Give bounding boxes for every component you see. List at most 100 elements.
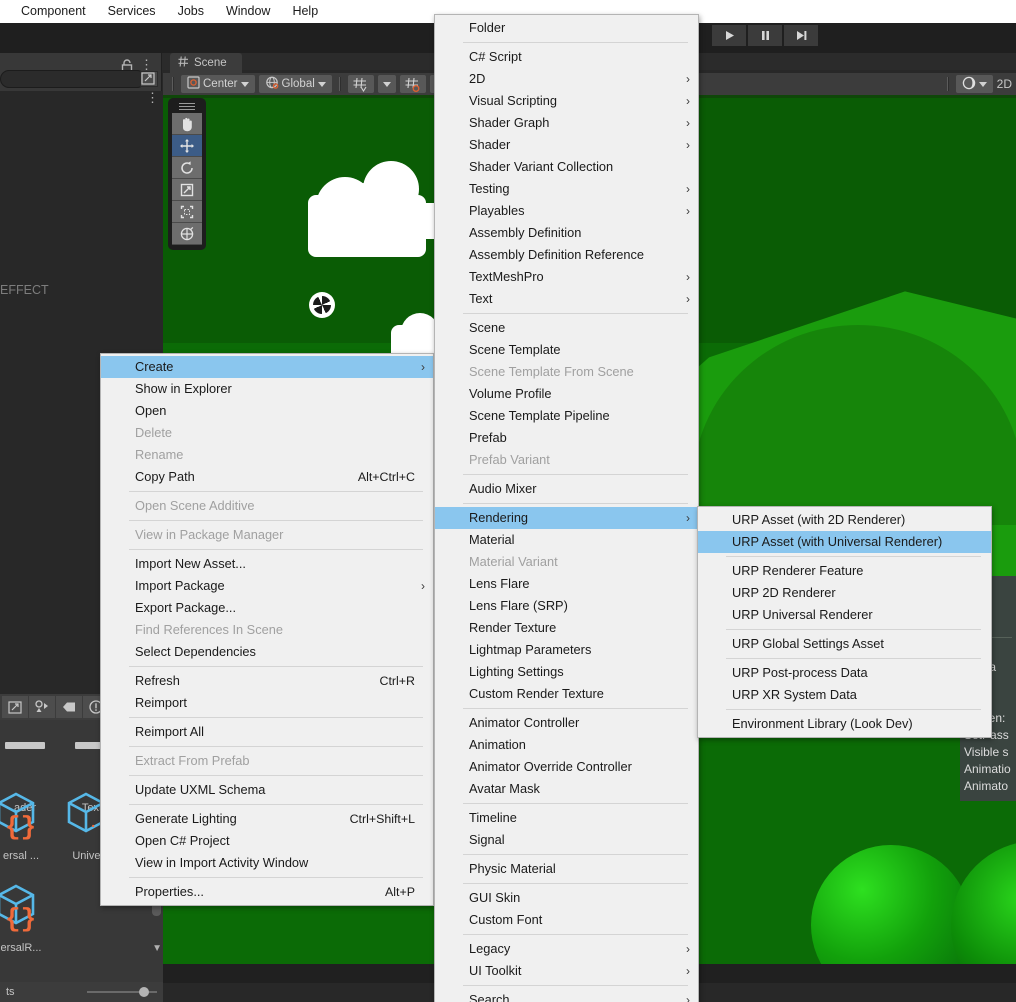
create-menu-item-timeline[interactable]: Timeline <box>435 807 698 829</box>
handle-space-dropdown[interactable]: Global <box>258 75 332 93</box>
rendering-menu-item-urp-renderer-feature[interactable]: URP Renderer Feature <box>698 560 991 582</box>
panel-options-kebab-icon-2[interactable]: ⋮ <box>146 90 159 106</box>
scene-tools-overlay[interactable] <box>168 98 206 250</box>
create-menu-item-scene[interactable]: Scene <box>435 317 698 339</box>
tab-scene[interactable]: Scene <box>170 53 242 73</box>
chevron-down-icon-3[interactable] <box>978 81 987 87</box>
pivot-mode-dropdown[interactable]: Center <box>181 75 255 93</box>
create-submenu[interactable]: Folder C# Script 2D › Visual Scripting › Shade… <box>434 14 699 1002</box>
create-menu-item-lens-flare-srp[interactable]: Lens Flare (SRP) <box>435 595 698 617</box>
create-menu-item-animator-override-controller[interactable]: Animator Override Controller <box>435 756 698 778</box>
create-menu-item-custom-font[interactable]: Custom Font <box>435 909 698 931</box>
context-menu-item-generate-lighting[interactable]: Generate Lighting Ctrl+Shift+L <box>101 808 433 830</box>
scene-lighting-dropdown[interactable] <box>955 75 993 93</box>
create-menu-item-assembly-definition-reference[interactable]: Assembly Definition Reference <box>435 244 698 266</box>
rendering-menu-item-urp-asset-with-2d-renderer[interactable]: URP Asset (with 2D Renderer) <box>698 509 991 531</box>
create-menu-item-textmeshpro[interactable]: TextMeshPro › <box>435 266 698 288</box>
create-menu-item-visual-scripting[interactable]: Visual Scripting › <box>435 90 698 112</box>
create-menu-item-folder[interactable]: Folder <box>435 17 698 39</box>
grid-snap-dropdown[interactable] <box>377 75 396 93</box>
context-menu-item-show-in-explorer[interactable]: Show in Explorer <box>101 378 433 400</box>
create-menu-item-animator-controller[interactable]: Animator Controller <box>435 712 698 734</box>
rendering-menu-item-urp-2d-renderer[interactable]: URP 2D Renderer <box>698 582 991 604</box>
create-menu-item-custom-render-texture[interactable]: Custom Render Texture <box>435 683 698 705</box>
rotate-tool-icon[interactable] <box>172 157 202 179</box>
rendering-menu-item-urp-global-settings-asset[interactable]: URP Global Settings Asset <box>698 633 991 655</box>
expand-window-icon[interactable] <box>140 71 158 87</box>
create-menu-item-gui-skin[interactable]: GUI Skin <box>435 887 698 909</box>
create-menu-item-lens-flare[interactable]: Lens Flare <box>435 573 698 595</box>
slider-knob[interactable] <box>139 987 149 997</box>
create-menu-item-animation[interactable]: Animation <box>435 734 698 756</box>
create-menu-item-search[interactable]: Search › <box>435 989 698 1002</box>
rendering-menu-item-urp-asset-with-universal-renderer[interactable]: URP Asset (with Universal Renderer) <box>698 531 991 553</box>
context-menu-item-refresh[interactable]: Refresh Ctrl+R <box>101 670 433 692</box>
menu-item-services[interactable]: Services <box>97 0 167 23</box>
scene-toolbar-right[interactable]: 2D <box>944 75 1012 93</box>
menu-item-window[interactable]: Window <box>215 0 281 23</box>
rendering-menu-item-urp-universal-renderer[interactable]: URP Universal Renderer <box>698 604 991 626</box>
rendering-submenu[interactable]: URP Asset (with 2D Renderer) URP Asset (w… <box>697 506 992 738</box>
create-menu-item-avatar-mask[interactable]: Avatar Mask <box>435 778 698 800</box>
context-menu-item-reimport[interactable]: Reimport <box>101 692 433 714</box>
asset-item[interactable]: {} ersal ... <box>0 790 56 862</box>
chevron-down-icon-2[interactable] <box>317 81 326 87</box>
context-menu-item-open-c-project[interactable]: Open C# Project <box>101 830 433 852</box>
create-menu-item-rendering[interactable]: Rendering › <box>435 507 698 529</box>
menu-item-help[interactable]: Help <box>281 0 329 23</box>
create-menu-item-lighting-settings[interactable]: Lighting Settings <box>435 661 698 683</box>
grid-snap-icon[interactable] <box>347 75 374 93</box>
rect-tool-icon[interactable] <box>172 201 202 223</box>
scene-2d-toggle[interactable]: 2D <box>997 77 1012 91</box>
context-menu-item-export-package[interactable]: Export Package... <box>101 597 433 619</box>
move-tool-icon[interactable] <box>172 135 202 157</box>
overlay-drag-handle[interactable] <box>179 103 195 110</box>
create-menu-item-shader-graph[interactable]: Shader Graph › <box>435 112 698 134</box>
project-footer[interactable]: ts <box>0 982 163 1002</box>
create-menu-item-render-texture[interactable]: Render Texture <box>435 617 698 639</box>
filter-type-icon[interactable] <box>29 696 55 718</box>
rendering-menu-item-urp-xr-system-data[interactable]: URP XR System Data <box>698 684 991 706</box>
create-menu-item-playables[interactable]: Playables › <box>435 200 698 222</box>
context-menu-item-import-new-asset[interactable]: Import New Asset... <box>101 553 433 575</box>
scroll-down-arrow-icon[interactable]: ▼ <box>152 943 162 954</box>
create-menu-item-physic-material[interactable]: Physic Material <box>435 858 698 880</box>
chevron-down-icon[interactable] <box>240 81 249 87</box>
context-menu-item-create[interactable]: Create › <box>101 356 433 378</box>
pause-button[interactable] <box>748 25 782 46</box>
rendering-menu-item-environment-library-look-dev[interactable]: Environment Library (Look Dev) <box>698 713 991 735</box>
create-menu-item-text[interactable]: Text › <box>435 288 698 310</box>
create-menu-item-volume-profile[interactable]: Volume Profile <box>435 383 698 405</box>
menu-item-jobs[interactable]: Jobs <box>167 0 215 23</box>
snap-increment-icon[interactable] <box>399 75 426 93</box>
create-menu-item-legacy[interactable]: Legacy › <box>435 938 698 960</box>
create-menu-item-shader[interactable]: Shader › <box>435 134 698 156</box>
transform-tool-icon[interactable] <box>172 223 202 245</box>
create-menu-item-testing[interactable]: Testing › <box>435 178 698 200</box>
create-menu-item-prefab[interactable]: Prefab <box>435 427 698 449</box>
hand-tool-icon[interactable] <box>172 113 202 135</box>
create-menu-item-c-script[interactable]: C# Script <box>435 46 698 68</box>
thumbnail-size-slider[interactable] <box>87 987 157 997</box>
context-menu-item-update-uxml-schema[interactable]: Update UXML Schema <box>101 779 433 801</box>
play-button[interactable] <box>712 25 746 46</box>
create-menu-item-scene-template-pipeline[interactable]: Scene Template Pipeline <box>435 405 698 427</box>
context-menu-item-import-package[interactable]: Import Package › <box>101 575 433 597</box>
menu-item-component[interactable]: Component <box>10 0 97 23</box>
asset-item[interactable]: {} ersalR... <box>0 882 56 954</box>
playmode-button-group[interactable] <box>712 25 818 46</box>
create-menu-item-scene-template[interactable]: Scene Template <box>435 339 698 361</box>
open-in-new-window-icon[interactable] <box>2 696 28 718</box>
create-menu-item-assembly-definition[interactable]: Assembly Definition <box>435 222 698 244</box>
context-menu-item-view-in-import-activity-window[interactable]: View in Import Activity Window <box>101 852 433 874</box>
context-menu-item-select-dependencies[interactable]: Select Dependencies <box>101 641 433 663</box>
rendering-menu-item-urp-post-process-data[interactable]: URP Post-process Data <box>698 662 991 684</box>
scale-tool-icon[interactable] <box>172 179 202 201</box>
context-menu-item-copy-path[interactable]: Copy Path Alt+Ctrl+C <box>101 466 433 488</box>
search-input[interactable] <box>0 70 146 88</box>
create-menu-item-material[interactable]: Material <box>435 529 698 551</box>
context-menu-item-open[interactable]: Open <box>101 400 433 422</box>
create-menu-item-shader-variant-collection[interactable]: Shader Variant Collection <box>435 156 698 178</box>
create-menu-item-signal[interactable]: Signal <box>435 829 698 851</box>
step-button[interactable] <box>784 25 818 46</box>
